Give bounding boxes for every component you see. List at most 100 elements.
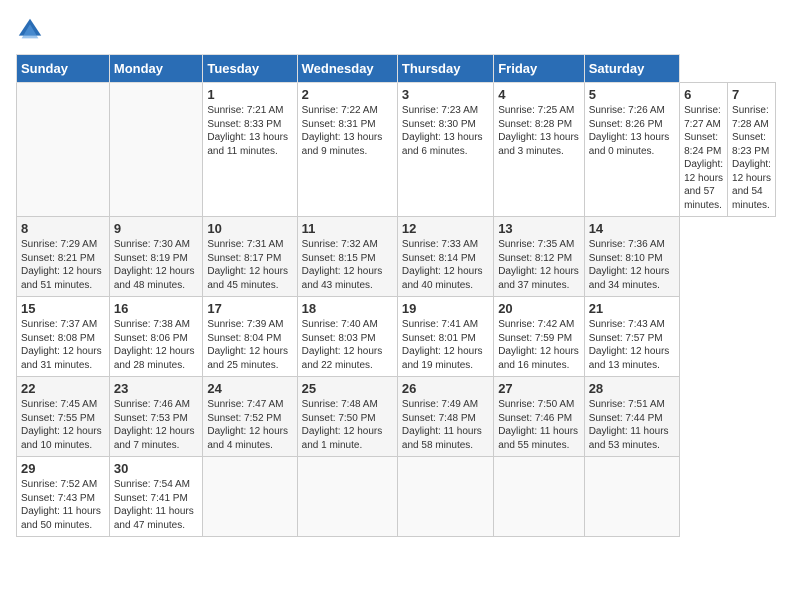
day-number: 10 <box>207 221 292 236</box>
logo <box>16 16 48 44</box>
calendar-cell: 16 Sunrise: 7:38 AMSunset: 8:06 PMDayligh… <box>109 297 203 377</box>
calendar-cell <box>109 83 203 217</box>
calendar-week-0: 1 Sunrise: 7:21 AMSunset: 8:33 PMDaylight… <box>17 83 776 217</box>
calendar-cell: 26 Sunrise: 7:49 AMSunset: 7:48 PMDayligh… <box>397 377 493 457</box>
day-info: Sunrise: 7:29 AMSunset: 8:21 PMDaylight:… <box>21 238 105 292</box>
day-number: 23 <box>114 381 199 396</box>
calendar-cell <box>203 457 297 537</box>
day-info: Sunrise: 7:26 AMSunset: 8:26 PMDaylight:… <box>589 104 675 158</box>
calendar-week-2: 15Sunrise: 7:37 AMSunset: 8:08 PMDayligh… <box>17 297 776 377</box>
calendar-week-1: 8 Sunrise: 7:29 AMSunset: 8:21 PMDaylight… <box>17 217 776 297</box>
day-number: 12 <box>402 221 489 236</box>
calendar-cell: 7Sunrise: 7:28 AMSunset: 8:23 PMDaylight… <box>728 83 776 217</box>
day-info: Sunrise: 7:49 AMSunset: 7:48 PMDaylight:… <box>402 398 489 452</box>
calendar-cell: 23 Sunrise: 7:46 AMSunset: 7:53 PMDayligh… <box>109 377 203 457</box>
day-info: Sunrise: 7:37 AMSunset: 8:08 PMDaylight:… <box>21 318 105 372</box>
day-number: 13 <box>498 221 580 236</box>
header-thursday: Thursday <box>397 55 493 83</box>
day-number: 22 <box>21 381 105 396</box>
calendar-cell: 13 Sunrise: 7:35 AMSunset: 8:12 PMDayligh… <box>494 217 585 297</box>
day-number: 5 <box>589 87 675 102</box>
calendar-cell: 19Sunrise: 7:41 AMSunset: 8:01 PMDayligh… <box>397 297 493 377</box>
calendar-week-3: 22 Sunrise: 7:45 AMSunset: 7:55 PMDayligh… <box>17 377 776 457</box>
calendar-header-row: Sunday Monday Tuesday Wednesday Thursday… <box>17 55 776 83</box>
calendar-cell: 6 Sunrise: 7:27 AMSunset: 8:24 PMDaylight… <box>680 83 728 217</box>
day-info: Sunrise: 7:46 AMSunset: 7:53 PMDaylight:… <box>114 398 199 452</box>
calendar-cell: 30 Sunrise: 7:54 AMSunset: 7:41 PMDayligh… <box>109 457 203 537</box>
logo-icon <box>16 16 44 44</box>
day-number: 16 <box>114 301 199 316</box>
day-info: Sunrise: 7:31 AMSunset: 8:17 PMDaylight:… <box>207 238 292 292</box>
day-info: Sunrise: 7:40 AMSunset: 8:03 PMDaylight:… <box>302 318 393 372</box>
calendar-cell: 25 Sunrise: 7:48 AMSunset: 7:50 PMDayligh… <box>297 377 397 457</box>
day-number: 3 <box>402 87 489 102</box>
calendar-cell: 20Sunrise: 7:42 AMSunset: 7:59 PMDayligh… <box>494 297 585 377</box>
day-info: Sunrise: 7:28 AMSunset: 8:23 PMDaylight:… <box>732 104 771 212</box>
day-info: Sunrise: 7:50 AMSunset: 7:46 PMDaylight:… <box>498 398 580 452</box>
day-info: Sunrise: 7:52 AMSunset: 7:43 PMDaylight:… <box>21 478 105 532</box>
day-info: Sunrise: 7:36 AMSunset: 8:10 PMDaylight:… <box>589 238 675 292</box>
day-info: Sunrise: 7:33 AMSunset: 8:14 PMDaylight:… <box>402 238 489 292</box>
day-number: 21 <box>589 301 675 316</box>
header-friday: Friday <box>494 55 585 83</box>
day-number: 6 <box>684 87 723 102</box>
calendar-cell <box>494 457 585 537</box>
day-number: 17 <box>207 301 292 316</box>
calendar-cell <box>17 83 110 217</box>
calendar-cell: 29 Sunrise: 7:52 AMSunset: 7:43 PMDayligh… <box>17 457 110 537</box>
calendar-cell: 2Sunrise: 7:22 AMSunset: 8:31 PMDaylight… <box>297 83 397 217</box>
day-number: 14 <box>589 221 675 236</box>
day-number: 19 <box>402 301 489 316</box>
day-info: Sunrise: 7:27 AMSunset: 8:24 PMDaylight:… <box>684 104 723 212</box>
header-saturday: Saturday <box>584 55 679 83</box>
day-number: 26 <box>402 381 489 396</box>
calendar-cell <box>584 457 679 537</box>
day-number: 30 <box>114 461 199 476</box>
day-info: Sunrise: 7:30 AMSunset: 8:19 PMDaylight:… <box>114 238 199 292</box>
calendar-cell: 4 Sunrise: 7:25 AMSunset: 8:28 PMDaylight… <box>494 83 585 217</box>
day-number: 28 <box>589 381 675 396</box>
calendar-cell: 1 Sunrise: 7:21 AMSunset: 8:33 PMDaylight… <box>203 83 297 217</box>
day-info: Sunrise: 7:23 AMSunset: 8:30 PMDaylight:… <box>402 104 489 158</box>
day-number: 1 <box>207 87 292 102</box>
day-info: Sunrise: 7:35 AMSunset: 8:12 PMDaylight:… <box>498 238 580 292</box>
day-number: 9 <box>114 221 199 236</box>
day-number: 4 <box>498 87 580 102</box>
day-info: Sunrise: 7:51 AMSunset: 7:44 PMDaylight:… <box>589 398 675 452</box>
calendar-table: Sunday Monday Tuesday Wednesday Thursday… <box>16 54 776 537</box>
day-info: Sunrise: 7:47 AMSunset: 7:52 PMDaylight:… <box>207 398 292 452</box>
day-info: Sunrise: 7:25 AMSunset: 8:28 PMDaylight:… <box>498 104 580 158</box>
calendar-cell: 18 Sunrise: 7:40 AMSunset: 8:03 PMDayligh… <box>297 297 397 377</box>
calendar-cell <box>297 457 397 537</box>
day-info: Sunrise: 7:45 AMSunset: 7:55 PMDaylight:… <box>21 398 105 452</box>
day-number: 27 <box>498 381 580 396</box>
day-number: 29 <box>21 461 105 476</box>
day-info: Sunrise: 7:42 AMSunset: 7:59 PMDaylight:… <box>498 318 580 372</box>
page-header <box>16 16 776 44</box>
calendar-cell: 28 Sunrise: 7:51 AMSunset: 7:44 PMDayligh… <box>584 377 679 457</box>
calendar-cell: 21 Sunrise: 7:43 AMSunset: 7:57 PMDayligh… <box>584 297 679 377</box>
calendar-cell: 3 Sunrise: 7:23 AMSunset: 8:30 PMDaylight… <box>397 83 493 217</box>
day-number: 25 <box>302 381 393 396</box>
calendar-cell: 14 Sunrise: 7:36 AMSunset: 8:10 PMDayligh… <box>584 217 679 297</box>
calendar-cell: 8 Sunrise: 7:29 AMSunset: 8:21 PMDaylight… <box>17 217 110 297</box>
calendar-cell: 11Sunrise: 7:32 AMSunset: 8:15 PMDayligh… <box>297 217 397 297</box>
day-info: Sunrise: 7:38 AMSunset: 8:06 PMDaylight:… <box>114 318 199 372</box>
calendar-cell: 22 Sunrise: 7:45 AMSunset: 7:55 PMDayligh… <box>17 377 110 457</box>
day-number: 24 <box>207 381 292 396</box>
day-info: Sunrise: 7:43 AMSunset: 7:57 PMDaylight:… <box>589 318 675 372</box>
day-number: 18 <box>302 301 393 316</box>
calendar-cell: 27 Sunrise: 7:50 AMSunset: 7:46 PMDayligh… <box>494 377 585 457</box>
calendar-cell <box>397 457 493 537</box>
day-info: Sunrise: 7:32 AMSunset: 8:15 PMDaylight:… <box>302 238 393 292</box>
calendar-cell: 17 Sunrise: 7:39 AMSunset: 8:04 PMDayligh… <box>203 297 297 377</box>
calendar-cell: 5 Sunrise: 7:26 AMSunset: 8:26 PMDaylight… <box>584 83 679 217</box>
day-number: 8 <box>21 221 105 236</box>
header-tuesday: Tuesday <box>203 55 297 83</box>
header-wednesday: Wednesday <box>297 55 397 83</box>
day-info: Sunrise: 7:48 AMSunset: 7:50 PMDaylight:… <box>302 398 393 452</box>
day-info: Sunrise: 7:39 AMSunset: 8:04 PMDaylight:… <box>207 318 292 372</box>
calendar-week-4: 29 Sunrise: 7:52 AMSunset: 7:43 PMDayligh… <box>17 457 776 537</box>
day-info: Sunrise: 7:21 AMSunset: 8:33 PMDaylight:… <box>207 104 292 158</box>
day-info: Sunrise: 7:54 AMSunset: 7:41 PMDaylight:… <box>114 478 199 532</box>
